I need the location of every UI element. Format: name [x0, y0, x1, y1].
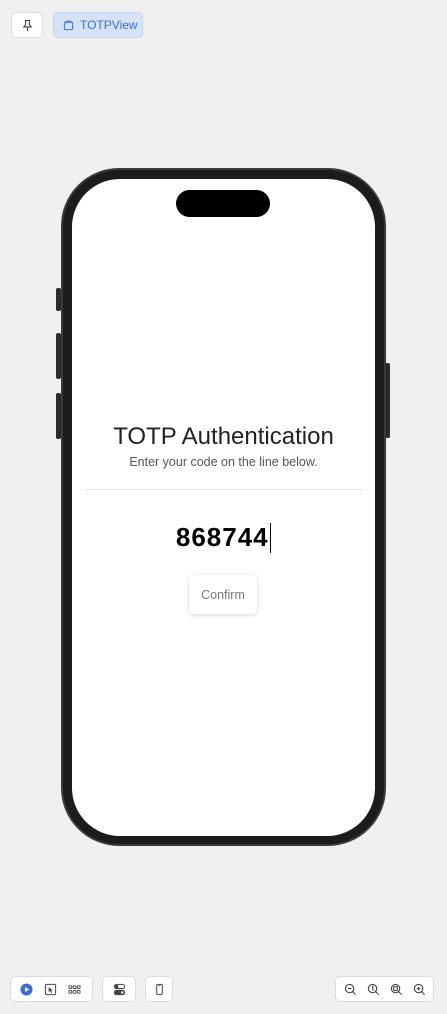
device-icon [155, 983, 163, 995]
dynamic-island [176, 190, 270, 217]
zoom-controls [335, 976, 434, 1002]
code-input-value[interactable]: 868744 [176, 522, 269, 553]
text-caret [269, 522, 272, 553]
variants-button[interactable] [102, 976, 136, 1002]
zoom-in-button[interactable] [408, 977, 431, 1001]
select-mode-button[interactable] [39, 977, 62, 1001]
device-settings-button[interactable] [145, 976, 173, 1002]
view-chip[interactable]: TOTPView [53, 12, 143, 38]
zoom-out-button[interactable] [339, 977, 362, 1001]
zoom-actual-icon [367, 983, 380, 995]
canvas: TOTPView TOTP Authentication Enter your … [0, 0, 447, 1014]
play-icon [20, 982, 33, 996]
confirm-button[interactable]: Confirm [189, 575, 257, 614]
page-title: TOTP Authentication [113, 423, 334, 450]
grid-icon [68, 984, 81, 994]
cube-icon [63, 20, 74, 30]
select-icon [44, 983, 57, 995]
divider [84, 489, 363, 490]
zoom-out-icon [344, 983, 357, 995]
page-subtitle: Enter your code on the line below. [129, 455, 318, 469]
view-chip-label: TOTPView [80, 18, 138, 32]
variants-grid-button[interactable] [63, 977, 86, 1001]
preview-mode-group [10, 976, 93, 1002]
zoom-actual-size-button[interactable] [362, 977, 385, 1001]
code-field[interactable]: 868744 [72, 522, 375, 553]
zoom-to-fit-button[interactable] [385, 977, 408, 1001]
variants-icon [113, 983, 125, 995]
zoom-in-icon [413, 983, 426, 995]
zoom-fit-icon [390, 983, 403, 995]
live-mode-button[interactable] [15, 977, 38, 1001]
phone-screen: TOTP Authentication Enter your code on t… [72, 179, 375, 836]
pin-icon [22, 19, 32, 31]
pin-button[interactable] [11, 12, 43, 38]
